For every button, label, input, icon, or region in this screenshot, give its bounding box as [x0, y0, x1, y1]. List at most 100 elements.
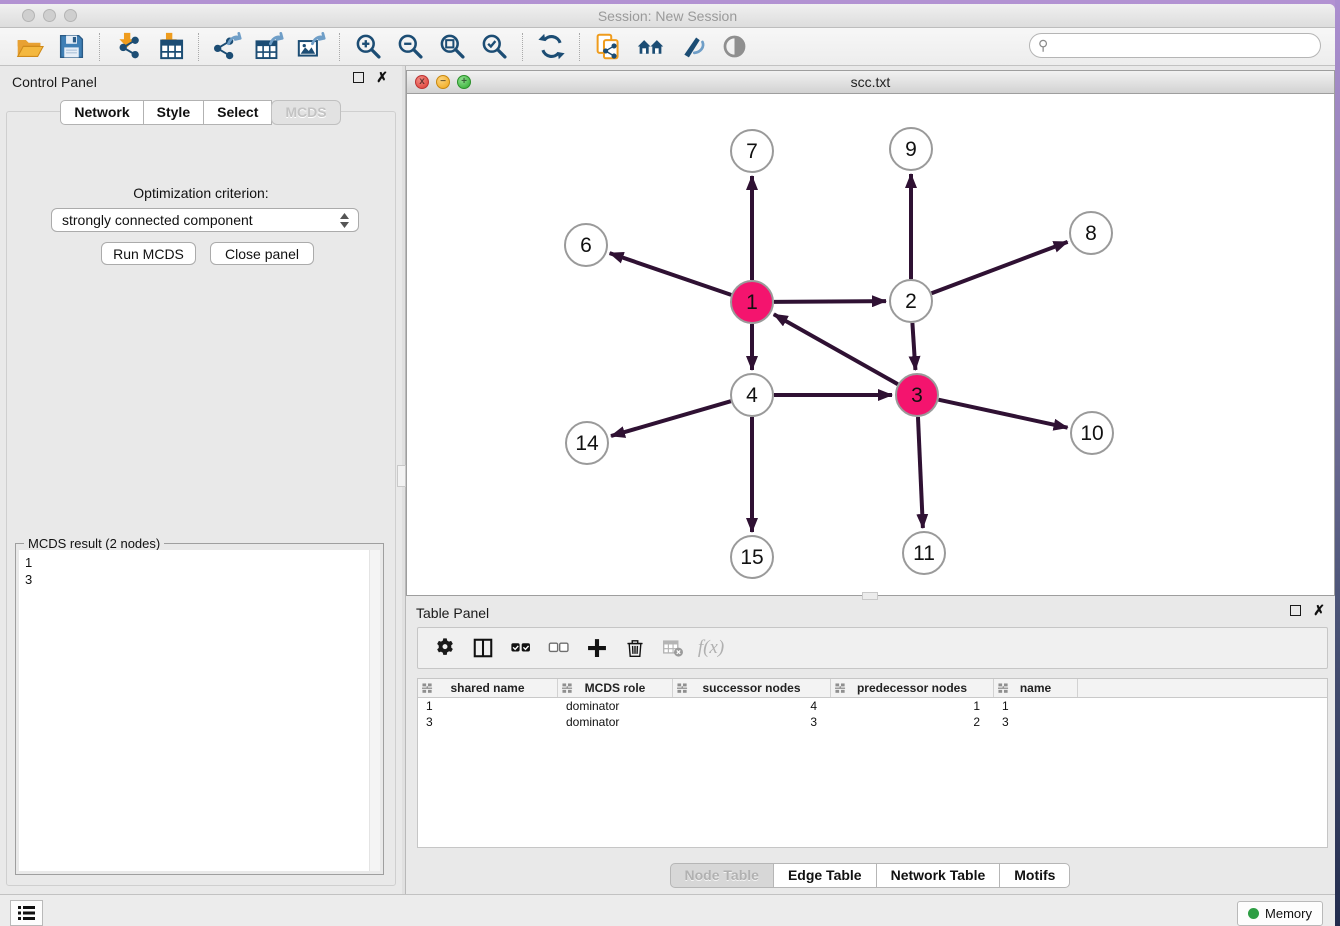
dropdown-stepper-icon [339, 212, 350, 229]
edge-1-6[interactable] [610, 253, 732, 295]
edge-2-3[interactable] [912, 323, 915, 370]
export-image-button[interactable] [290, 31, 332, 63]
close-table-panel-icon[interactable]: ✗ [1313, 605, 1325, 616]
duplicate-network-button[interactable] [587, 31, 629, 63]
svg-text:8: 8 [1085, 222, 1097, 245]
search-input[interactable] [1048, 36, 1320, 56]
table-header-row[interactable]: shared nameMCDS rolesuccessor nodesprede… [418, 679, 1327, 698]
delete-row-button[interactable] [616, 632, 654, 664]
node-15[interactable]: 15 [731, 536, 773, 578]
table-cell: 2 [831, 714, 994, 730]
zoom-selected-button[interactable] [473, 31, 515, 63]
zoom-out-icon [396, 32, 425, 61]
tab-motifs[interactable]: Motifs [999, 863, 1070, 888]
import-network-button[interactable] [107, 31, 149, 63]
optimization-dropdown[interactable]: strongly connected component [51, 208, 359, 232]
export-network-button[interactable] [206, 31, 248, 63]
style-paint-icon [678, 32, 707, 61]
delete-table-button[interactable] [654, 632, 692, 664]
table-body[interactable]: 1dominator4113dominator323 [418, 698, 1327, 730]
save-session-button[interactable] [50, 31, 92, 63]
float-table-panel-icon[interactable] [1290, 605, 1301, 616]
node-3[interactable]: 3 [896, 374, 938, 416]
tab-network[interactable]: Network [60, 100, 143, 125]
vertical-splitter-handle[interactable] [397, 465, 406, 487]
export-table-button[interactable] [248, 31, 290, 63]
node-9[interactable]: 9 [890, 128, 932, 170]
mcds-result-title: MCDS result (2 nodes) [24, 536, 164, 551]
network-graph-canvas[interactable]: 7 9 6 8 1 2 4 3 14 10 15 11 [407, 94, 1334, 595]
close-panel-icon[interactable]: ✗ [376, 72, 388, 83]
result-scrollbar[interactable] [369, 550, 380, 871]
import-table-icon [156, 32, 185, 61]
export-image-icon [297, 32, 326, 61]
mcds-result-textarea[interactable]: 1 3 [19, 550, 380, 871]
import-table-button[interactable] [149, 31, 191, 63]
column-header-successor-nodes[interactable]: successor nodes [673, 679, 831, 697]
desktop-strip-right [1335, 0, 1340, 926]
tab-network-table[interactable]: Network Table [876, 863, 1001, 888]
edge-2-8[interactable] [932, 242, 1068, 293]
node-7[interactable]: 7 [731, 130, 773, 172]
network-overview-button[interactable] [629, 31, 671, 63]
tab-edge-table[interactable]: Edge Table [773, 863, 877, 888]
svg-text:7: 7 [746, 140, 758, 163]
desktop-strip-top [0, 0, 1340, 4]
horizontal-splitter-handle[interactable] [862, 592, 878, 600]
tab-style[interactable]: Style [143, 100, 204, 125]
column-header-predecessor-nodes[interactable]: predecessor nodes [831, 679, 994, 697]
float-panel-icon[interactable] [353, 72, 364, 83]
select-all-button[interactable] [502, 632, 540, 664]
node-10[interactable]: 10 [1071, 412, 1113, 454]
column-header-shared-name[interactable]: shared name [418, 679, 558, 697]
deselect-all-button[interactable] [540, 632, 578, 664]
tab-select[interactable]: Select [203, 100, 272, 125]
edge-3-11[interactable] [918, 417, 923, 528]
table-panel-title: Table Panel [416, 605, 489, 621]
table-options-gear-button[interactable] [426, 632, 464, 664]
node-8[interactable]: 8 [1070, 212, 1112, 254]
edge-3-10[interactable] [938, 400, 1067, 428]
node-6[interactable]: 6 [565, 224, 607, 266]
network-window-titlebar[interactable]: x − + scc.txt [407, 71, 1334, 94]
save-session-icon [57, 32, 86, 61]
control-panel: Control Panel ✗ NetworkStyleSelectMCDS O… [0, 66, 402, 894]
refresh-layout-button[interactable] [530, 31, 572, 63]
window-titlebar[interactable]: Session: New Session [0, 4, 1335, 28]
zoom-in-button[interactable] [347, 31, 389, 63]
node-1[interactable]: 1 [731, 281, 773, 323]
node-4[interactable]: 4 [731, 374, 773, 416]
edge-4-14[interactable] [611, 401, 731, 436]
show-hide-button[interactable] [713, 31, 755, 63]
zoom-selected-icon [480, 32, 509, 61]
search-field[interactable]: ⚲ [1029, 33, 1321, 58]
table-row[interactable]: 1dominator411 [418, 698, 1327, 714]
node-11[interactable]: 11 [903, 532, 945, 574]
close-panel-button[interactable]: Close panel [210, 242, 314, 265]
zoom-fit-button[interactable] [431, 31, 473, 63]
toolbar-separator [198, 33, 199, 61]
add-row-button[interactable] [578, 632, 616, 664]
open-file-button[interactable] [8, 31, 50, 63]
optimization-label: Optimization criterion: [7, 185, 395, 201]
style-paint-button[interactable] [671, 31, 713, 63]
task-history-button[interactable] [10, 900, 43, 926]
tab-mcds[interactable]: MCDS [271, 100, 340, 125]
node-2[interactable]: 2 [890, 280, 932, 322]
zoom-out-button[interactable] [389, 31, 431, 63]
toolbar-separator [99, 33, 100, 61]
column-header-MCDS-role[interactable]: MCDS role [558, 679, 673, 697]
table-row[interactable]: 3dominator323 [418, 714, 1327, 730]
table-cell: 1 [994, 698, 1078, 714]
edge-3-1[interactable] [774, 314, 898, 384]
tab-node-table[interactable]: Node Table [670, 863, 774, 888]
function-builder-button[interactable]: f(x) [692, 632, 730, 664]
run-mcds-button[interactable]: Run MCDS [101, 242, 196, 265]
column-header-name[interactable]: name [994, 679, 1078, 697]
show-columns-button[interactable] [464, 632, 502, 664]
table-cell: 1 [418, 698, 558, 714]
memory-button[interactable]: Memory [1237, 901, 1323, 926]
node-14[interactable]: 14 [566, 422, 608, 464]
task-list-icon [17, 905, 36, 921]
edge-1-2[interactable] [774, 301, 886, 302]
